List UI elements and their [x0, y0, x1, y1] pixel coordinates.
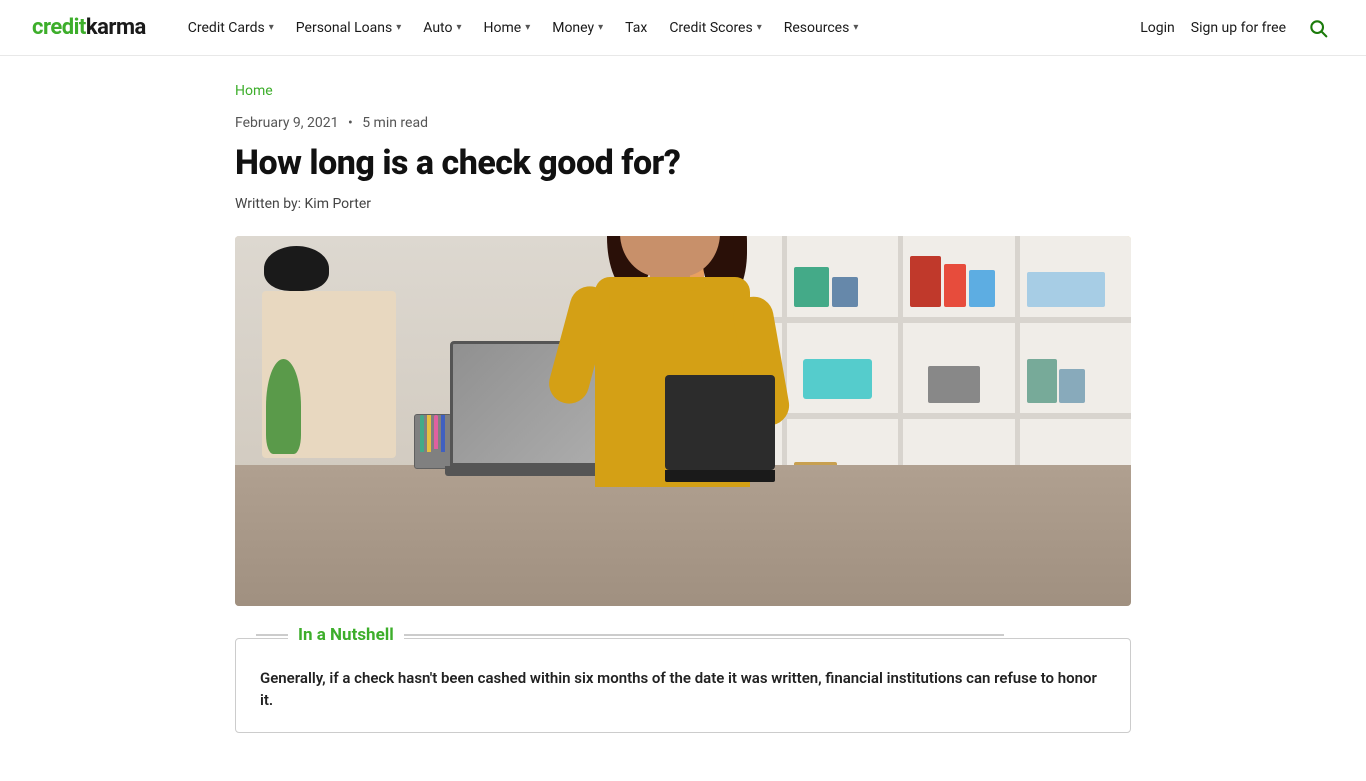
author-prefix: Written by: — [235, 196, 301, 212]
main-nav: Credit Cards▾Personal Loans▾Auto▾Home▾Mo… — [178, 12, 1140, 44]
search-button[interactable] — [1302, 12, 1334, 44]
article-hero-image — [235, 236, 1131, 606]
nav-item-resources[interactable]: Resources▾ — [774, 12, 869, 44]
article-title: How long is a check good for? — [235, 143, 1131, 184]
meta-separator: • — [348, 115, 353, 131]
nav-item-credit-scores[interactable]: Credit Scores▾ — [659, 12, 771, 44]
nutshell-header-row: In a Nutshell — [256, 625, 1004, 645]
nav-item-auto[interactable]: Auto▾ — [413, 12, 471, 44]
author-name-text: Kim Porter — [305, 196, 372, 212]
nutshell-line-right — [404, 634, 1004, 636]
login-link[interactable]: Login — [1140, 20, 1175, 36]
logo[interactable]: creditkarma — [32, 15, 146, 40]
nav-item-home[interactable]: Home▾ — [474, 12, 541, 44]
breadcrumb: Home — [235, 80, 1131, 99]
nav-right: Login Sign up for free — [1140, 12, 1334, 44]
article-date: February 9, 2021 — [235, 115, 339, 131]
chevron-down-icon: ▾ — [269, 22, 274, 33]
article-read-time: 5 min read — [362, 115, 428, 131]
chevron-down-icon: ▾ — [396, 22, 401, 33]
chevron-down-icon: ▾ — [456, 22, 461, 33]
chevron-down-icon: ▾ — [525, 22, 530, 33]
nav-item-credit-cards[interactable]: Credit Cards▾ — [178, 12, 284, 44]
nutshell-line-left — [256, 634, 288, 636]
chevron-down-icon: ▾ — [757, 22, 762, 33]
nutshell-box: In a Nutshell Generally, if a check hasn… — [235, 638, 1131, 733]
brand-name: creditkarma — [32, 15, 146, 40]
chevron-down-icon: ▾ — [853, 22, 858, 33]
article-meta: February 9, 2021 • 5 min read — [235, 115, 1131, 131]
site-header: creditkarma Credit Cards▾Personal Loans▾… — [0, 0, 1366, 56]
main-content: Home February 9, 2021 • 5 min read How l… — [203, 56, 1163, 781]
nutshell-heading: In a Nutshell — [288, 625, 404, 645]
chevron-down-icon: ▾ — [598, 22, 603, 33]
nav-item-money[interactable]: Money▾ — [542, 12, 613, 44]
search-icon — [1308, 18, 1328, 38]
breadcrumb-home[interactable]: Home — [235, 83, 273, 99]
article-author: Written by: Kim Porter — [235, 196, 1131, 212]
nav-item-personal-loans[interactable]: Personal Loans▾ — [286, 12, 411, 44]
signup-link[interactable]: Sign up for free — [1191, 20, 1286, 36]
nav-item-tax[interactable]: Tax — [615, 12, 657, 44]
nutshell-body: Generally, if a check hasn't been cashed… — [260, 667, 1106, 712]
